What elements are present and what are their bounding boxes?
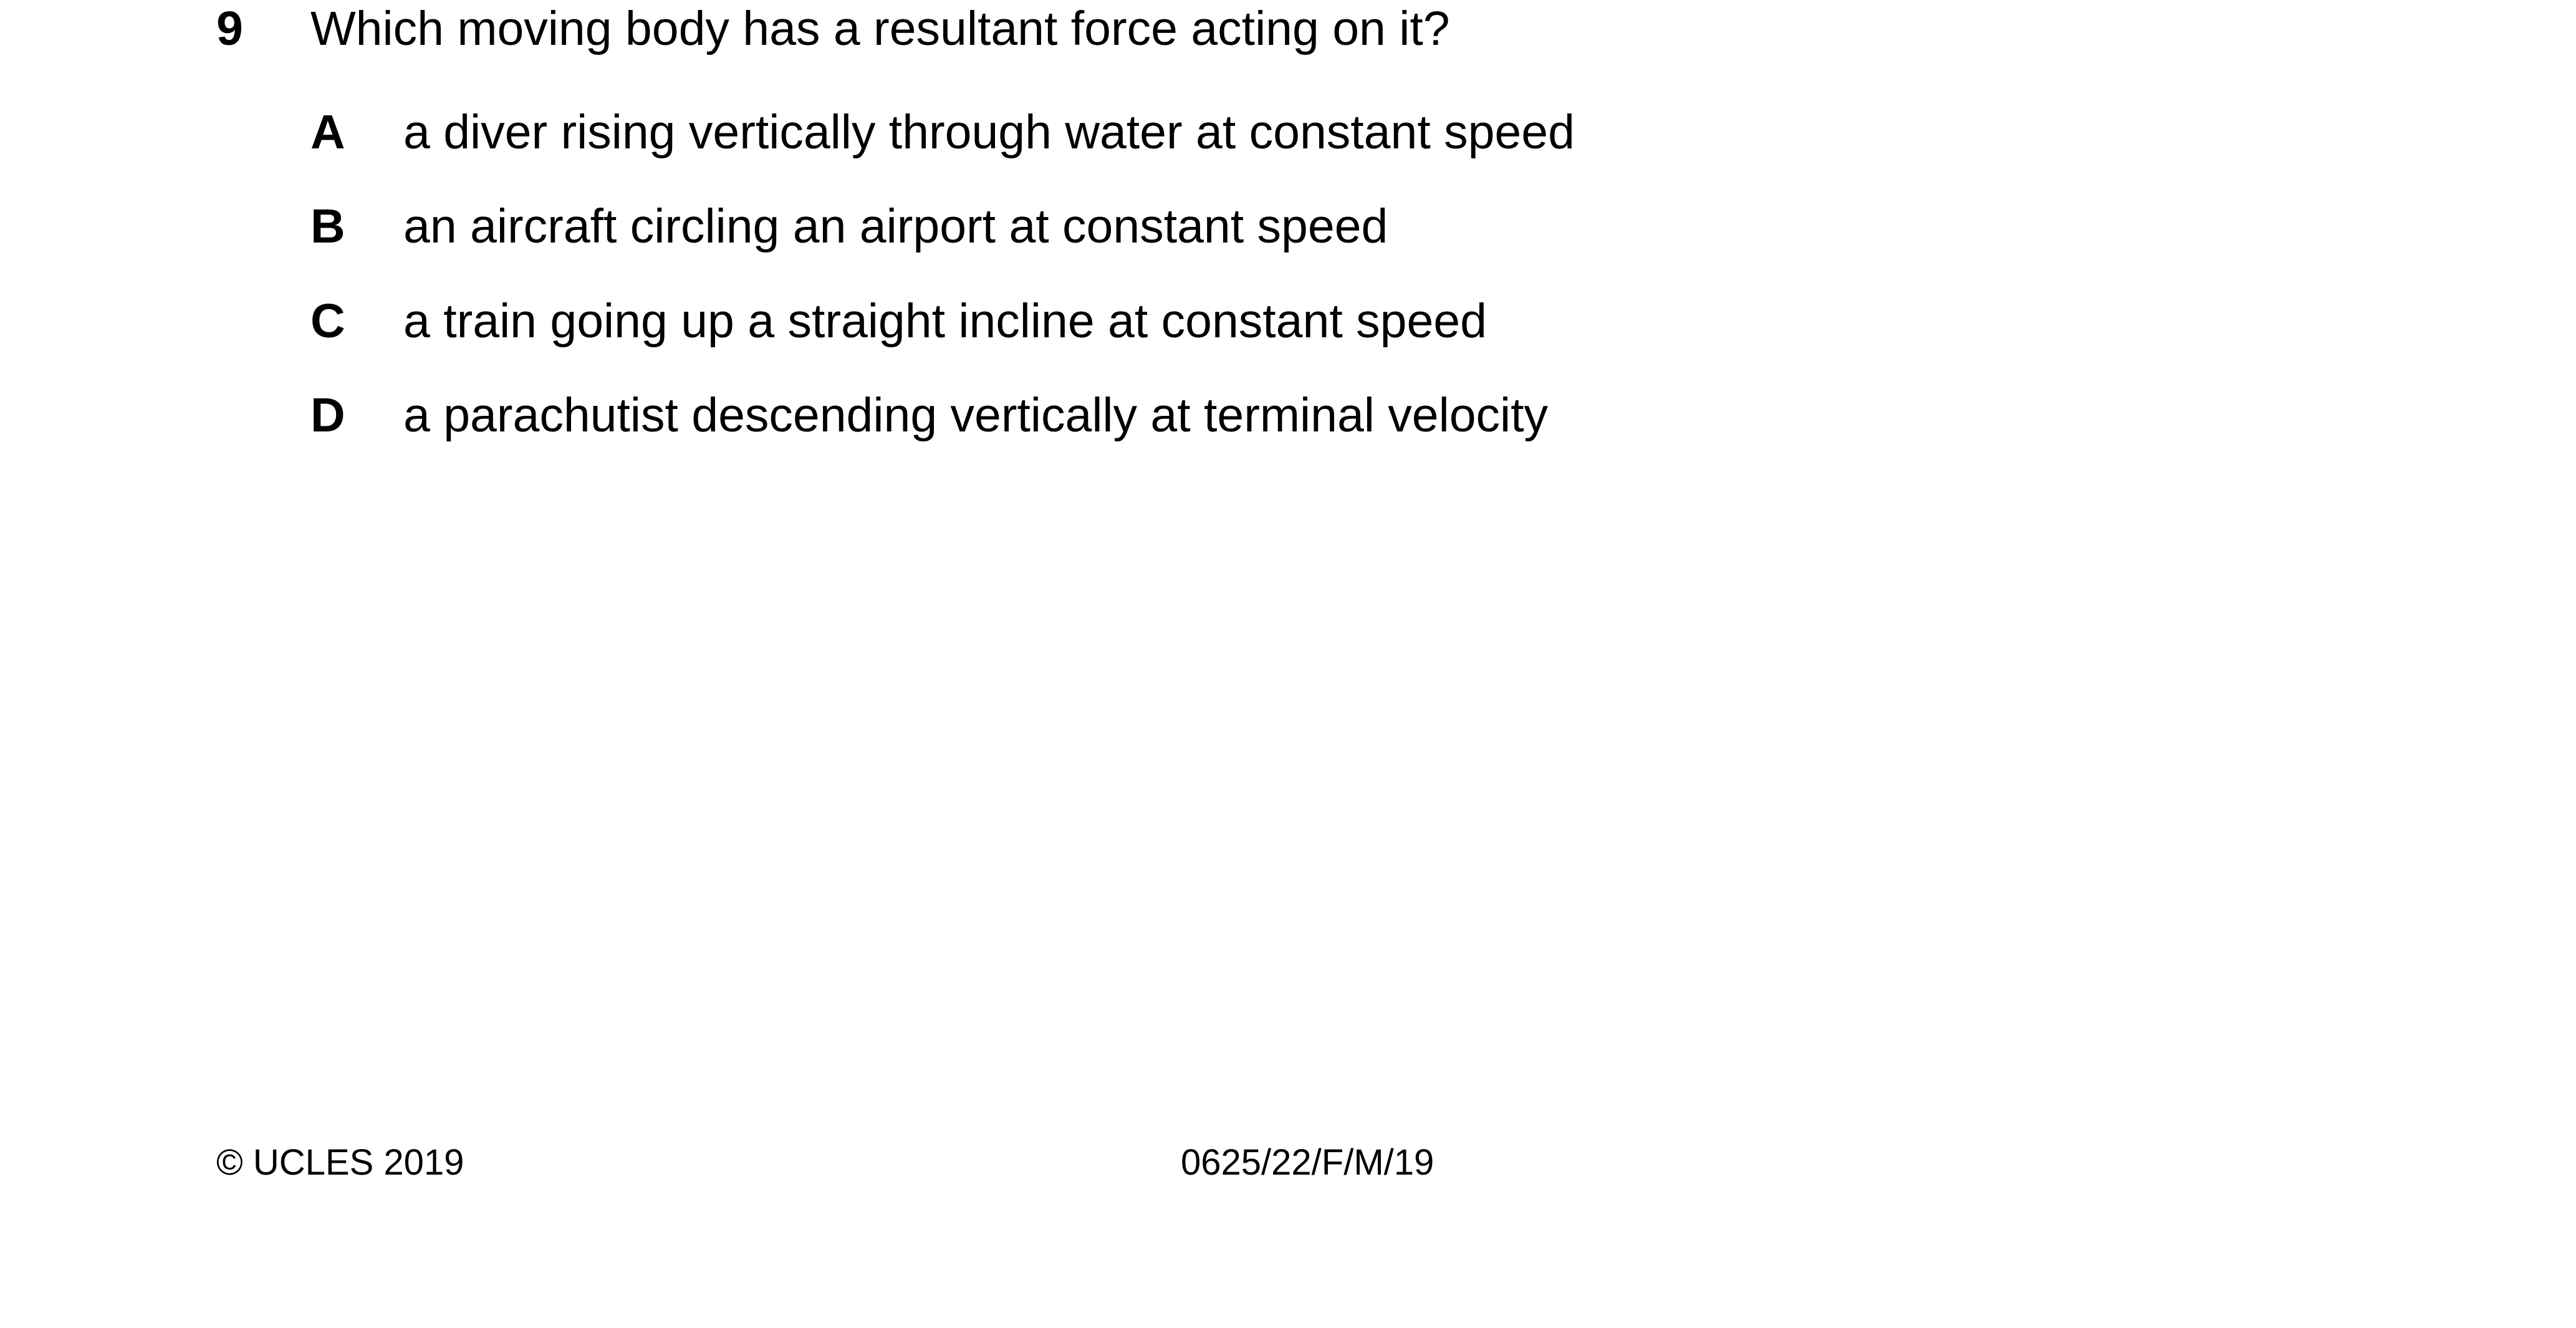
option-letter: D [310, 388, 345, 442]
copyright-notice: © UCLES 2019 [216, 1142, 464, 1183]
paper-code: 0625/22/F/M/19 [1181, 1142, 1435, 1183]
option-text: an aircraft circling an airport at const… [403, 200, 1388, 253]
option-a: A a diver rising vertically through wate… [310, 108, 1807, 165]
option-letter: A [310, 105, 345, 159]
option-letter: B [310, 200, 345, 253]
option-d: D a parachutist descending vertically at… [310, 392, 1807, 448]
option-letter: C [310, 294, 345, 348]
question-text: Which moving body has a resultant force … [310, 2, 1450, 55]
option-b: B an aircraft circling an airport at con… [310, 203, 1807, 259]
option-text: a train going up a straight incline at c… [403, 294, 1487, 348]
option-text: a diver rising vertically through water … [403, 105, 1575, 159]
option-c: C a train going up a straight incline at… [310, 297, 1807, 354]
option-text: a parachutist descending vertically at t… [403, 388, 1549, 442]
question-number: 9 [216, 2, 243, 55]
